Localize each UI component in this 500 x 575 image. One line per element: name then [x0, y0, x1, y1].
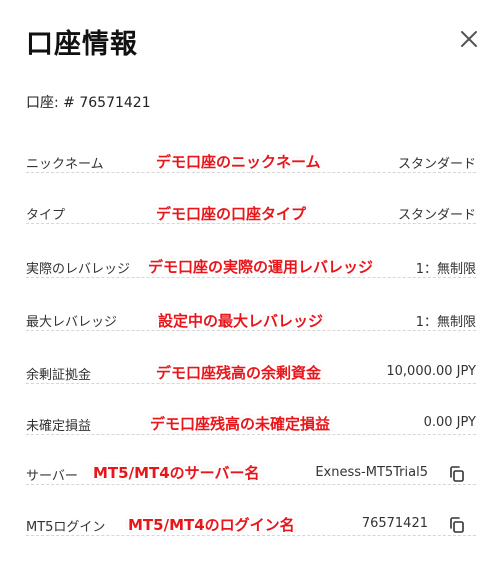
unrealized-pl-label: 未確定損益 — [26, 415, 96, 434]
type-label: タイプ — [26, 204, 70, 223]
account-number: 口座: # 76571421 — [26, 95, 151, 111]
actual-leverage-value: 1：無制限 — [409, 258, 476, 277]
nickname-label: ニックネーム — [26, 153, 108, 172]
annotation-mt5-login: MT5/MT4のログイン名 — [128, 516, 295, 534]
nickname-value: スタンダード — [391, 153, 476, 172]
dotted-leader — [26, 277, 476, 278]
copy-icon — [450, 466, 464, 482]
dotted-leader — [26, 383, 476, 384]
annotation-server: MT5/MT4のサーバー名 — [93, 464, 260, 482]
annotation-type: デモ口座の口座タイプ — [156, 205, 307, 223]
free-margin-value: 10,000.00 JPY — [380, 364, 476, 379]
copy-server-button[interactable] — [446, 463, 468, 485]
actual-leverage-label: 実際のレバレッジ — [26, 258, 135, 277]
close-icon — [461, 31, 477, 47]
max-leverage-value: 1：無制限 — [409, 311, 476, 330]
close-button[interactable] — [457, 27, 481, 51]
server-value: Exness-MT5Trial5 — [309, 465, 428, 480]
type-value: スタンダード — [391, 204, 476, 223]
dotted-leader — [26, 172, 476, 173]
annotation-unrealized-pl: デモ口座残高の未確定損益 — [150, 415, 331, 433]
annotation-actual-leverage: デモ口座の実際の運用レバレッジ — [148, 258, 374, 276]
free-margin-label: 余剰証拠金 — [26, 364, 96, 383]
server-label: サーバー — [26, 465, 82, 484]
copy-login-button[interactable] — [446, 514, 468, 536]
mt5-login-value: 76571421 — [355, 516, 428, 531]
copy-icon — [450, 517, 464, 533]
annotation-nickname: デモ口座のニックネーム — [156, 153, 321, 171]
dotted-leader — [26, 535, 476, 536]
mt5-login-label: MT5ログイン — [26, 516, 110, 535]
max-leverage-label: 最大レバレッジ — [26, 311, 122, 330]
unrealized-pl-value: 0.00 JPY — [417, 415, 476, 430]
annotation-max-leverage: 設定中の最大レバレッジ — [158, 312, 324, 330]
dotted-leader — [26, 434, 476, 435]
dialog-title: 口座情報 — [26, 29, 138, 60]
annotation-free-margin: デモ口座残高の余剰資金 — [156, 364, 322, 382]
dotted-leader — [26, 484, 476, 485]
